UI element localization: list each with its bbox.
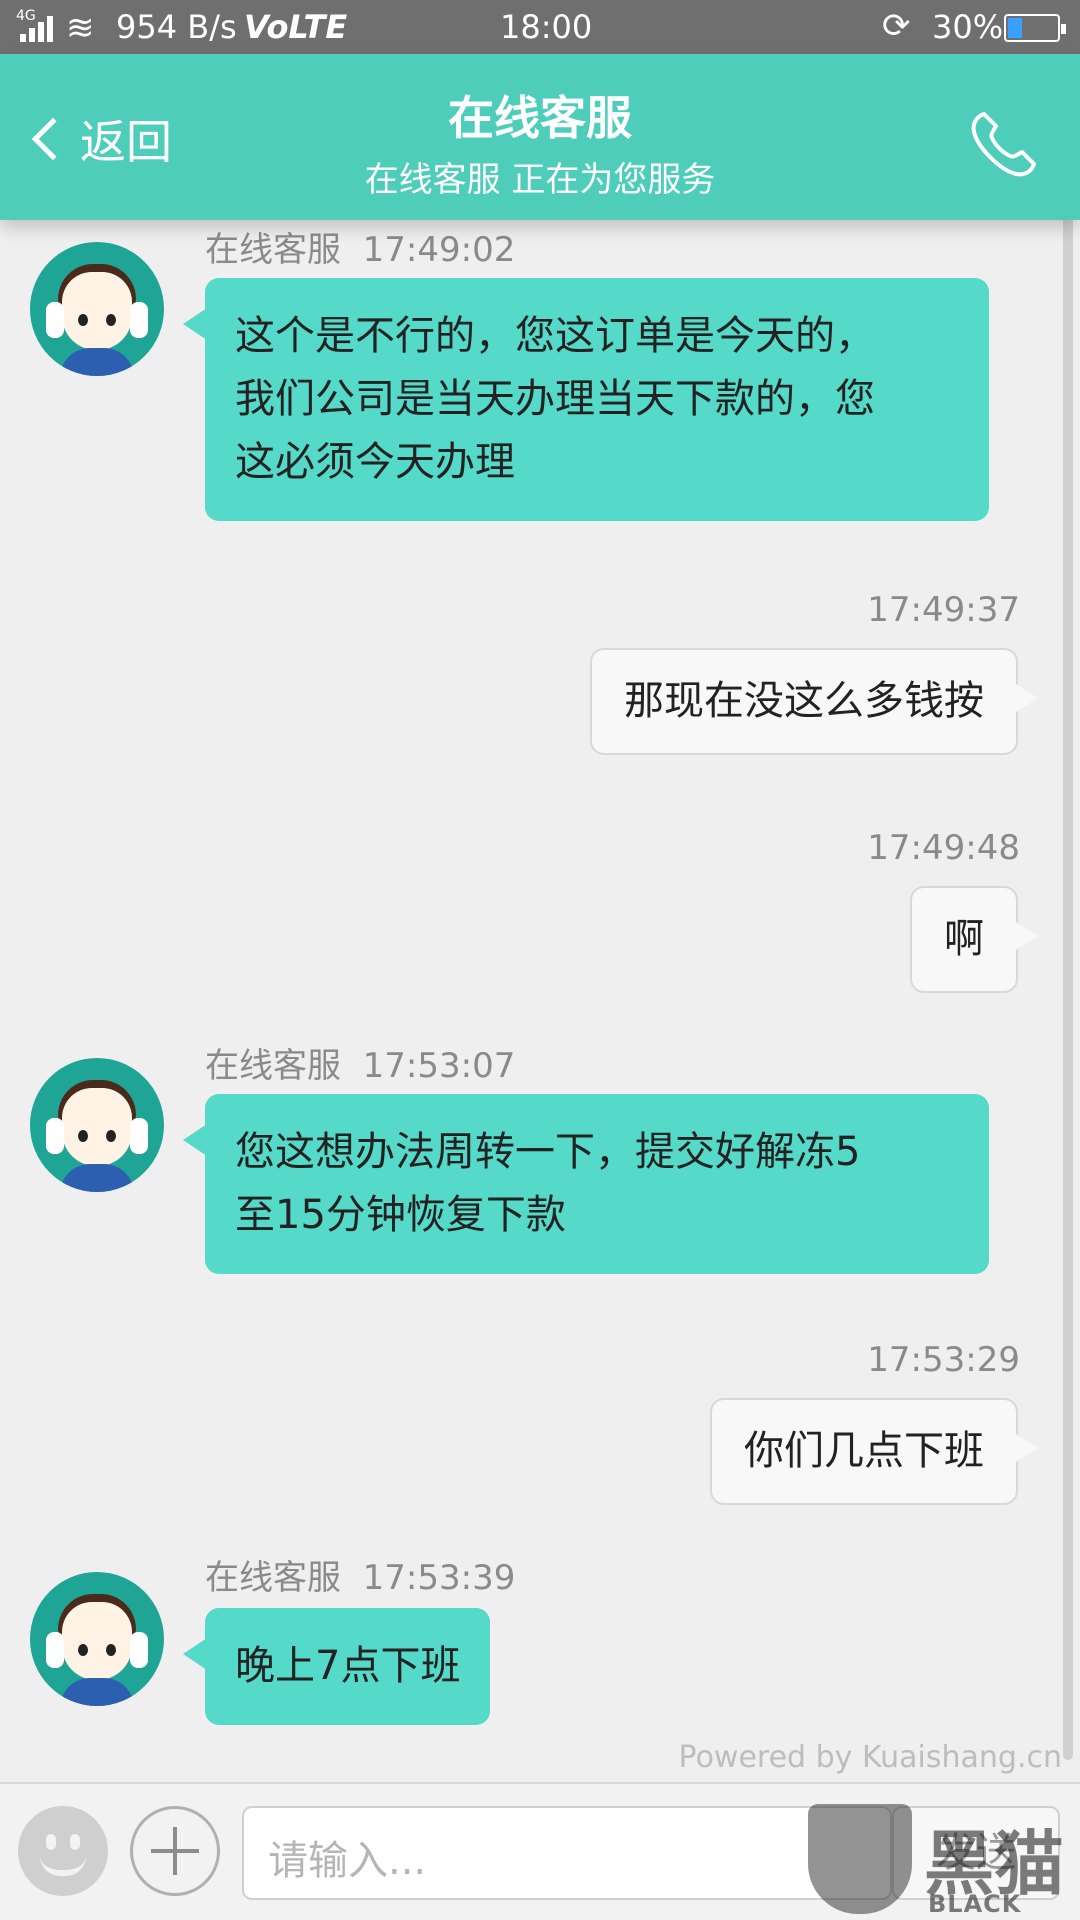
agent-avatar [30, 1572, 164, 1706]
battery-icon [1004, 14, 1066, 42]
watermark-logo: 黑猫 BLACK CAT [808, 1800, 1078, 1920]
message-line: 你们几点下班 [744, 1428, 984, 1474]
message-time: 17:53:29 [867, 1340, 1020, 1380]
volte-label: VoLTE [244, 8, 348, 46]
message-line: 那现在没这么多钱按 [624, 678, 984, 724]
signal-icon [20, 14, 56, 42]
network-speed: 954 B/s [116, 8, 237, 46]
page-subtitle: 在线客服 正在为您服务 [364, 160, 716, 200]
user-message-bubble[interactable]: 你们几点下班 [710, 1398, 1038, 1505]
agent-message-bubble[interactable]: 晚上7点下班 [182, 1608, 491, 1725]
emoji-icon[interactable] [18, 1806, 108, 1896]
scrollbar[interactable] [1063, 120, 1073, 1760]
chat-header: 返回 在线客服 在线客服 正在为您服务 [0, 54, 1080, 220]
message-meta: 在线客服 17:53:07 [205, 1046, 516, 1086]
watermark-subtext: BLACK CAT [928, 1890, 1022, 1920]
message-meta: 在线客服 17:49:02 [205, 230, 516, 270]
message-line: 我们公司是当天办理当天下款的，您 [235, 376, 875, 422]
agent-message-bubble[interactable]: 您这想办法周转一下，提交好解冻5 至15分钟恢复下款 [183, 1094, 989, 1274]
agent-message-bubble[interactable]: 这个是不行的，您这订单是今天的， 我们公司是当天办理当天下款的，您 这必须今天办… [183, 278, 989, 521]
message-line: 这必须今天办理 [235, 439, 515, 485]
agent-avatar [30, 1058, 164, 1192]
page-title: 在线客服 [448, 91, 632, 145]
message-meta: 在线客服 17:53:39 [205, 1558, 516, 1598]
phone-icon[interactable] [964, 104, 1044, 184]
message-time: 17:49:48 [867, 828, 1020, 868]
agent-avatar [30, 242, 164, 376]
battery-percent: 30% [932, 8, 1004, 46]
plus-icon[interactable] [130, 1806, 220, 1896]
wifi-icon: ≋ [66, 8, 95, 48]
message-input[interactable]: 请输入... [242, 1806, 892, 1900]
status-bar: 4G ≋ 954 B/s VoLTE 18:00 ⟳ 30% [0, 0, 1080, 54]
message-line: 啊 [944, 916, 984, 962]
user-message-bubble[interactable]: 啊 [910, 886, 1038, 993]
message-line: 这个是不行的，您这订单是今天的， [235, 313, 875, 359]
rotation-lock-icon: ⟳ [882, 6, 911, 46]
clock: 18:00 [500, 8, 593, 46]
powered-by: Powered by Kuaishang.cn [678, 1740, 1062, 1775]
message-line: 至15分钟恢复下款 [235, 1192, 566, 1238]
message-line: 您这想办法周转一下，提交好解冻5 [235, 1129, 861, 1175]
message-time: 17:49:37 [867, 590, 1020, 630]
message-line: 晚上7点下班 [235, 1643, 461, 1689]
user-message-bubble[interactable]: 那现在没这么多钱按 [590, 648, 1038, 755]
cat-shield-icon [808, 1804, 912, 1914]
